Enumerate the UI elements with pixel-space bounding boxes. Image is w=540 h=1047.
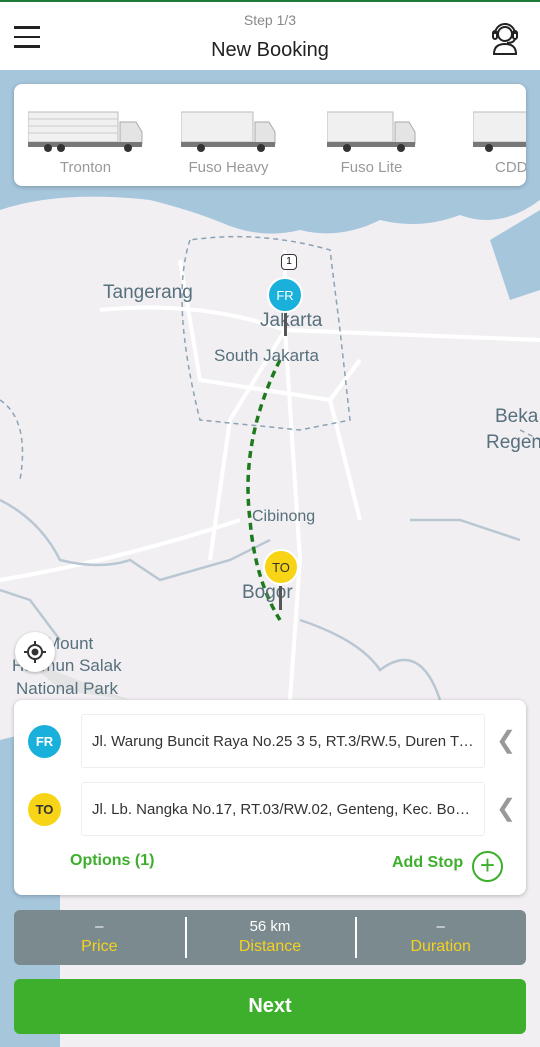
map-label: South Jakarta [214,346,319,365]
app-header: Step 1/3 New Booking [0,0,540,70]
next-button[interactable]: Next [14,979,526,1034]
dropoff-row: TO Jl. Lb. Nangka No.17, RT.03/RW.02, Ge… [28,782,516,836]
route-card: FR Jl. Warung Buncit Raya No.25 3 5, RT.… [14,700,526,895]
vehicle-option-fuso-heavy[interactable]: Fuso Heavy [157,84,300,186]
map-label: Beka [495,406,539,427]
vehicle-option-fuso-lite[interactable]: Fuso Lite [300,84,443,186]
truck-icon [27,111,142,152]
vehicle-option-tronton[interactable]: Tronton [14,84,157,186]
headset-agent-icon[interactable] [490,18,520,56]
chevron-left-icon[interactable]: ❮ [496,794,516,823]
options-link[interactable]: Options (1) [70,852,154,870]
road-shield: 1 [281,254,297,270]
map-label: Cibinong [252,508,316,525]
vehicle-label: Fuso Lite [340,159,403,176]
duration-stat: – Duration [355,910,526,965]
crosshair-icon [24,641,46,663]
step-indicator: Step 1/3 [243,12,297,28]
to-map-pin[interactable]: TO [263,549,299,585]
distance-label: Distance [238,938,302,955]
chevron-left-icon[interactable]: ❮ [496,726,516,755]
vehicle-label: Fuso Heavy [188,159,269,176]
distance-stat: 56 km Distance [184,910,356,965]
map-label: Tangerang [103,282,193,303]
to-badge: TO [28,793,61,826]
duration-value: – [436,918,445,935]
map-label: Bogor [242,582,293,603]
pickup-address-input[interactable]: Jl. Warung Buncit Raya No.25 3 5, RT.3/R… [81,714,485,768]
vehicle-option-cdd[interactable]: CDD [443,84,526,186]
price-value: – [95,918,104,935]
truck-icon [326,111,415,152]
trip-summary-bar: – Price 56 km Distance – Duration [14,910,526,965]
from-map-pin[interactable]: FR [267,277,303,313]
truck-icon [180,111,275,152]
vehicle-selector[interactable]: Tronton Fuso Heavy Fuso Lite CDD [14,84,526,186]
page-title: New Booking [211,39,329,61]
price-label: Price [81,938,118,955]
map-label: National Park [16,679,119,698]
map-label: Jakarta [260,310,323,331]
distance-value: 56 km [249,918,291,935]
plus-circle-icon[interactable]: + [472,851,503,882]
map-label: Regen [486,432,540,453]
add-stop-link[interactable]: Add Stop [392,854,463,872]
truck-icon [472,111,526,152]
from-badge: FR [28,725,61,758]
dropoff-address-input[interactable]: Jl. Lb. Nangka No.17, RT.03/RW.02, Gente… [81,782,485,836]
vehicle-label: Tronton [59,159,112,176]
my-location-button[interactable] [15,632,55,672]
vehicle-label: CDD [495,159,526,176]
duration-label: Duration [410,938,471,955]
pickup-row: FR Jl. Warung Buncit Raya No.25 3 5, RT.… [28,714,516,768]
price-stat: – Price [14,910,185,965]
